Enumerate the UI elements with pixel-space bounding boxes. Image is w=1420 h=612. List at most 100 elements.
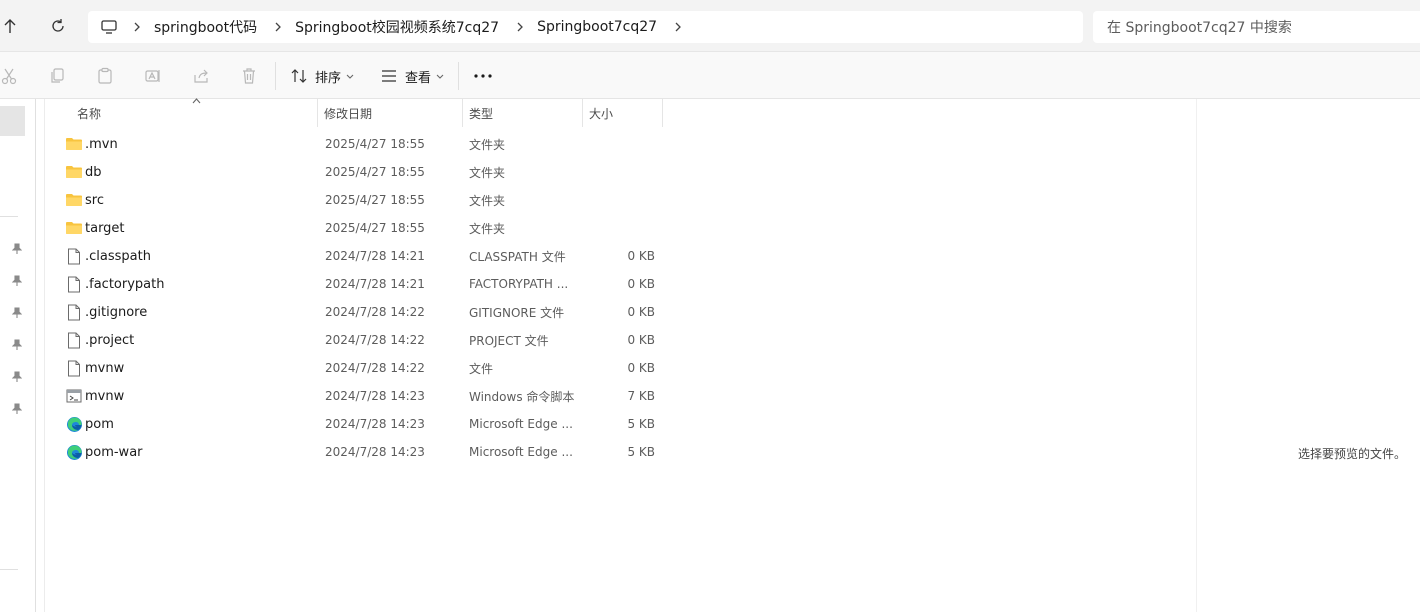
table-row[interactable]: .mvn 2025/4/27 18:55 文件夹 <box>46 130 666 158</box>
toolbar-divider <box>275 62 276 90</box>
file-size: 0 KB <box>627 333 655 347</box>
pin-icon[interactable] <box>10 338 24 352</box>
file-icon <box>64 298 84 326</box>
file-name: src <box>85 192 104 208</box>
file-icon <box>64 242 84 270</box>
delete-icon[interactable] <box>238 65 260 87</box>
script-icon <box>64 382 84 410</box>
file-type: Microsoft Edge ... <box>469 445 573 459</box>
table-row[interactable]: pom-war 2024/7/28 14:23 Microsoft Edge .… <box>46 438 666 466</box>
rename-icon[interactable] <box>142 65 164 87</box>
view-icon <box>382 70 396 82</box>
refresh-button[interactable] <box>44 12 72 40</box>
file-type: Windows 命令脚本 <box>469 389 575 404</box>
copy-icon[interactable] <box>46 65 68 87</box>
up-button[interactable] <box>0 12 24 40</box>
table-row[interactable]: .gitignore 2024/7/28 14:22 GITIGNORE 文件 … <box>46 298 666 326</box>
file-name: .factorypath <box>85 276 165 292</box>
share-icon[interactable] <box>190 65 212 87</box>
address-row: springboot代码 Springboot校园视频系统7cq27 Sprin… <box>0 0 1420 52</box>
file-type: 文件夹 <box>469 193 506 208</box>
file-date: 2024/7/28 14:21 <box>325 249 425 263</box>
this-pc-icon[interactable] <box>100 19 120 35</box>
view-label: 查看 <box>405 70 432 86</box>
nav-divider <box>0 216 18 217</box>
chevron-right-icon[interactable] <box>126 22 148 32</box>
file-name: .mvn <box>85 136 118 152</box>
column-type[interactable]: 类型 <box>463 99 583 127</box>
breadcrumb-current-folder[interactable]: Springboot7cq27 <box>531 19 663 35</box>
view-button[interactable]: 查看 <box>381 64 444 88</box>
folder-icon <box>64 158 84 186</box>
search-input[interactable]: 在 Springboot7cq27 中搜索 <box>1093 11 1420 43</box>
table-row[interactable]: .classpath 2024/7/28 14:21 CLASSPATH 文件 … <box>46 242 666 270</box>
file-icon <box>64 326 84 354</box>
column-name[interactable]: 名称 <box>46 97 318 127</box>
pane-splitter[interactable] <box>37 99 45 612</box>
chevron-right-icon[interactable] <box>267 22 289 32</box>
chevron-down-icon <box>436 69 444 84</box>
sort-icon <box>291 69 307 83</box>
column-size[interactable]: 大小 <box>583 99 663 127</box>
file-date: 2024/7/28 14:23 <box>325 445 425 459</box>
address-bar[interactable]: springboot代码 Springboot校园视频系统7cq27 Sprin… <box>88 11 1083 43</box>
file-size: 5 KB <box>627 417 655 431</box>
file-date: 2025/4/27 18:55 <box>325 165 425 179</box>
file-icon <box>64 354 84 382</box>
file-name: target <box>85 220 125 236</box>
table-row[interactable]: src 2025/4/27 18:55 文件夹 <box>46 186 666 214</box>
folder-icon <box>64 214 84 242</box>
file-list: .mvn 2025/4/27 18:55 文件夹 db 2025/4/27 18… <box>46 130 1196 466</box>
file-size <box>586 158 655 186</box>
cut-icon[interactable] <box>0 65 20 87</box>
file-type: FACTORYPATH ... <box>469 277 569 291</box>
file-type: Microsoft Edge ... <box>469 417 573 431</box>
chevron-right-icon[interactable] <box>509 22 531 32</box>
preview-pane: 选择要预览的文件。 <box>1196 99 1420 612</box>
command-bar: 排序 查看 <box>0 52 1420 99</box>
more-icon <box>474 74 492 78</box>
column-name-label: 名称 <box>77 106 102 121</box>
file-date: 2025/4/27 18:55 <box>325 193 425 207</box>
file-size: 0 KB <box>627 249 655 263</box>
refresh-icon <box>52 19 64 32</box>
sort-button[interactable]: 排序 <box>291 64 354 88</box>
arrow-up-icon <box>4 19 16 33</box>
navigation-pane <box>0 99 36 612</box>
pin-icon[interactable] <box>10 242 24 256</box>
breadcrumb-springboot-code[interactable]: springboot代码 <box>148 17 263 37</box>
chevron-right-icon[interactable] <box>667 22 689 32</box>
sort-ascending-icon <box>192 97 201 107</box>
column-date-label: 修改日期 <box>324 106 373 121</box>
preview-message: 选择要预览的文件。 <box>1297 447 1406 461</box>
table-row[interactable]: target 2025/4/27 18:55 文件夹 <box>46 214 666 242</box>
file-name: db <box>85 164 102 180</box>
file-name: .gitignore <box>85 304 148 320</box>
file-name: mvnw <box>85 360 125 376</box>
table-row[interactable]: mvnw 2024/7/28 14:22 文件 0 KB <box>46 354 666 382</box>
toolbar-divider <box>458 62 459 90</box>
breadcrumb-project[interactable]: Springboot校园视频系统7cq27 <box>289 17 505 37</box>
pin-icon[interactable] <box>10 274 24 288</box>
table-row[interactable]: .project 2024/7/28 14:22 PROJECT 文件 0 KB <box>46 326 666 354</box>
table-row[interactable]: .factorypath 2024/7/28 14:21 FACTORYPATH… <box>46 270 666 298</box>
table-row[interactable]: mvnw 2024/7/28 14:23 Windows 命令脚本 7 KB <box>46 382 666 410</box>
file-name: .project <box>85 332 135 348</box>
file-date: 2024/7/28 14:23 <box>325 417 425 431</box>
nav-selected-item[interactable] <box>0 106 25 136</box>
nav-divider <box>0 569 18 570</box>
table-row[interactable]: pom 2024/7/28 14:23 Microsoft Edge ... 5… <box>46 410 666 438</box>
pin-icon[interactable] <box>10 402 24 416</box>
more-options-button[interactable] <box>472 66 494 86</box>
file-size <box>586 186 655 214</box>
file-size: 5 KB <box>627 445 655 459</box>
pin-icon[interactable] <box>10 370 24 384</box>
column-date[interactable]: 修改日期 <box>318 99 463 127</box>
pin-icon[interactable] <box>10 306 24 320</box>
table-row[interactable]: db 2025/4/27 18:55 文件夹 <box>46 158 666 186</box>
file-type: PROJECT 文件 <box>469 333 549 348</box>
paste-icon[interactable] <box>94 65 116 87</box>
file-name: pom-war <box>85 444 143 460</box>
file-type: CLASSPATH 文件 <box>469 249 566 264</box>
chevron-down-icon <box>346 69 354 84</box>
